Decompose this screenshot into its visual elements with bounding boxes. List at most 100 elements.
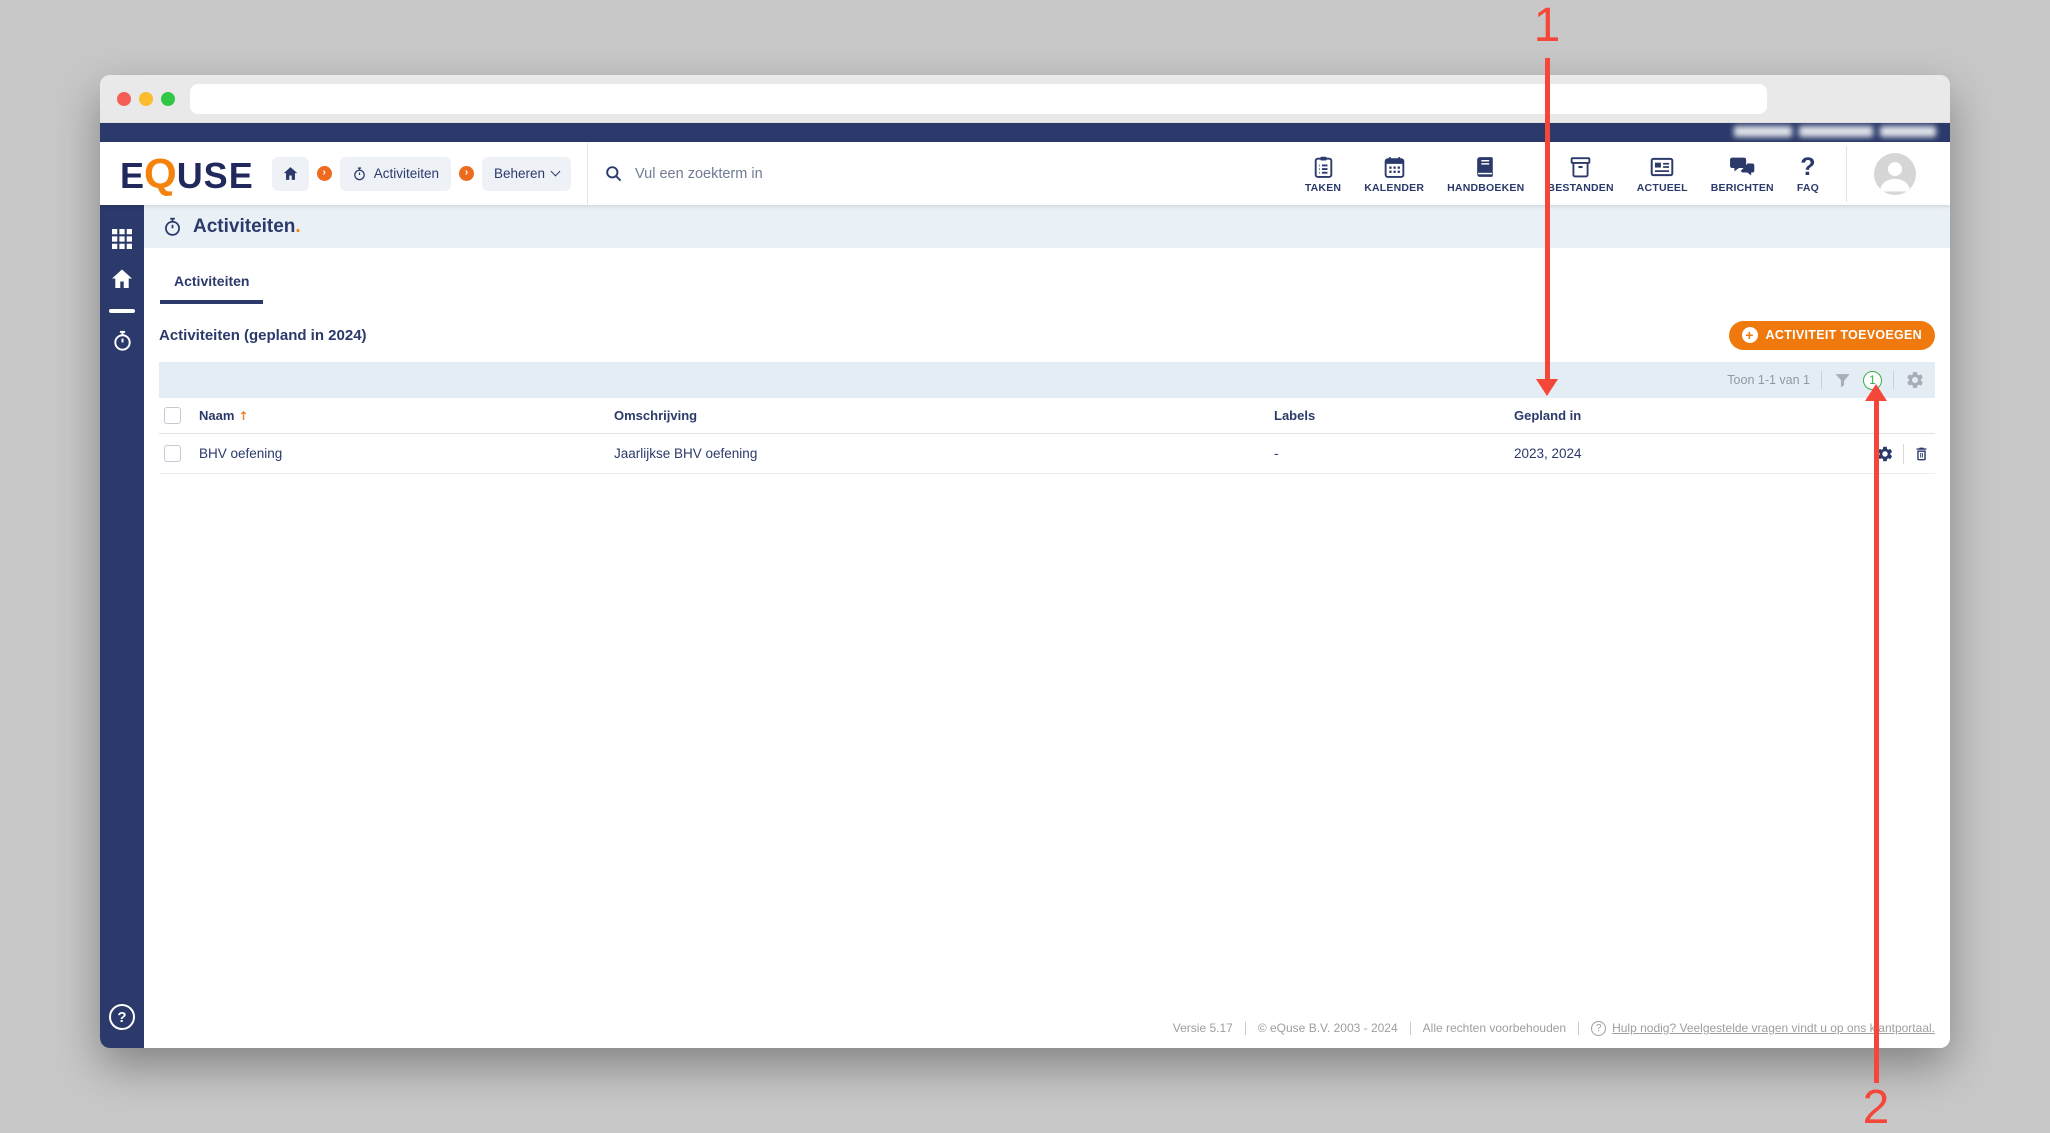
app-body: ? Activiteiten. Activiteiten Activiteite… bbox=[100, 205, 1950, 1048]
breadcrumb: › Activiteiten › Beheren bbox=[271, 156, 572, 191]
nav-item-bestanden[interactable]: BESTANDEN bbox=[1547, 154, 1614, 194]
search-area bbox=[604, 164, 894, 183]
footer-copyright: © eQuse B.V. 2003 - 2024 bbox=[1257, 1021, 1398, 1035]
stopwatch-icon bbox=[165, 217, 180, 236]
column-header-labels[interactable]: Labels bbox=[1274, 408, 1514, 423]
filter-button[interactable] bbox=[1833, 371, 1852, 390]
annotation-arrow-2-head bbox=[1865, 384, 1887, 401]
browser-titlebar bbox=[100, 75, 1950, 123]
nav-item-actueel[interactable]: ACTUEEL bbox=[1637, 154, 1688, 194]
sort-ascending-icon: ↑ bbox=[238, 409, 249, 423]
table-row[interactable]: BHV oefening Jaarlijkse BHV oefening - 2… bbox=[159, 434, 1935, 474]
nav-label: FAQ bbox=[1796, 181, 1819, 194]
footer-rights: Alle rechten voorbehouden bbox=[1422, 1021, 1567, 1035]
logo-letter-q: Q bbox=[144, 149, 178, 197]
annotation-arrow-1-head bbox=[1536, 379, 1558, 396]
maximize-window-icon[interactable] bbox=[161, 92, 175, 106]
nav-item-kalender[interactable]: KALENDER bbox=[1364, 154, 1424, 194]
chat-bubbles-icon bbox=[1729, 157, 1756, 178]
page-title-bar: Activiteiten. bbox=[144, 205, 1950, 248]
gear-icon bbox=[1907, 372, 1923, 388]
calendar-icon bbox=[1384, 156, 1404, 178]
redacted-user-info bbox=[1734, 126, 1936, 137]
nav-label: BERICHTEN bbox=[1710, 181, 1774, 194]
help-circle-icon: ? bbox=[1591, 1020, 1607, 1036]
sidebar-item-apps[interactable] bbox=[100, 221, 144, 257]
screenshot-stage: E Q USE › Activiteiten › Beheren Vul een… bbox=[0, 0, 2050, 1133]
sidebar-help-button[interactable]: ? bbox=[109, 1004, 135, 1030]
person-icon bbox=[1880, 161, 1910, 191]
close-window-icon[interactable] bbox=[117, 92, 131, 106]
clipboard-icon bbox=[1314, 156, 1332, 178]
select-all-checkbox[interactable] bbox=[164, 407, 181, 424]
home-icon bbox=[112, 269, 132, 288]
add-activity-button[interactable]: + ACTIVITEIT TOEVOEGEN bbox=[1728, 320, 1935, 350]
newspaper-icon bbox=[1650, 157, 1674, 176]
row-delete-button[interactable] bbox=[1913, 445, 1930, 463]
nav-divider bbox=[1846, 145, 1847, 202]
footer-help-link[interactable]: Hulp nodig? Veelgestelde vragen vindt u … bbox=[1612, 1021, 1935, 1035]
chevron-right-icon: › bbox=[316, 166, 332, 181]
table-header-row: Naam ↑ Omschrijving Labels Gepland in bbox=[159, 398, 1935, 434]
logo-letters: USE bbox=[176, 154, 254, 196]
footer-divider bbox=[1409, 1021, 1411, 1035]
nav-item-handboeken[interactable]: HANDBOEKEN bbox=[1447, 154, 1524, 194]
sidebar-item-activiteiten[interactable] bbox=[100, 323, 144, 359]
logo-letter: E bbox=[120, 154, 146, 196]
app-header: E Q USE › Activiteiten › Beheren Vul een… bbox=[100, 142, 1950, 205]
cell-naam: BHV oefening bbox=[199, 446, 283, 461]
actions-divider bbox=[1903, 443, 1904, 464]
book-icon bbox=[1477, 156, 1494, 177]
equse-logo[interactable]: E Q USE bbox=[120, 149, 254, 197]
nav-label: BESTANDEN bbox=[1547, 181, 1614, 194]
cell-labels: - bbox=[1274, 446, 1279, 461]
column-header-omschrijving[interactable]: Omschrijving bbox=[614, 408, 1274, 423]
section-header: Activiteiten (gepland in 2024) + ACTIVIT… bbox=[159, 320, 1935, 350]
breadcrumb-home[interactable] bbox=[271, 156, 309, 191]
nav-item-berichten[interactable]: BERICHTEN bbox=[1711, 154, 1774, 194]
page-title: Activiteiten. bbox=[193, 215, 301, 237]
toolbar-divider bbox=[1893, 371, 1894, 389]
row-actions bbox=[1876, 443, 1935, 464]
search-input[interactable] bbox=[633, 164, 894, 183]
tab-activiteiten[interactable]: Activiteiten bbox=[160, 273, 264, 304]
footer-version: Versie 5.17 bbox=[1172, 1021, 1233, 1035]
trash-icon bbox=[1916, 447, 1927, 460]
content-area: Activiteiten (gepland in 2024) + ACTIVIT… bbox=[144, 304, 1950, 1014]
nav-item-taken[interactable]: TAKEN bbox=[1305, 154, 1341, 194]
footer-divider bbox=[1578, 1021, 1580, 1035]
sidebar-active-indicator bbox=[109, 309, 135, 313]
footer-divider bbox=[1244, 1021, 1246, 1035]
nav-item-faq[interactable]: ? FAQ bbox=[1797, 154, 1819, 194]
table-toolbar: Toon 1-1 van 1 1 bbox=[159, 362, 1935, 398]
traffic-lights bbox=[117, 92, 175, 106]
address-bar[interactable] bbox=[190, 84, 1767, 114]
column-header-naam[interactable]: Naam ↑ bbox=[199, 408, 614, 423]
header-divider bbox=[587, 142, 589, 205]
nav-label: ACTUEEL bbox=[1636, 181, 1688, 194]
archive-box-icon bbox=[1570, 156, 1591, 177]
cell-omschrijving: Jaarlijkse BHV oefening bbox=[614, 446, 758, 461]
minimize-window-icon[interactable] bbox=[139, 92, 153, 106]
row-checkbox[interactable] bbox=[164, 445, 181, 462]
user-avatar[interactable] bbox=[1874, 152, 1916, 195]
footer: Versie 5.17 © eQuse B.V. 2003 - 2024 All… bbox=[144, 1014, 1950, 1048]
annotation-arrow-1-line bbox=[1545, 58, 1550, 379]
browser-window: E Q USE › Activiteiten › Beheren Vul een… bbox=[100, 75, 1950, 1048]
nav-label: KALENDER bbox=[1364, 181, 1425, 194]
nav-label: TAKEN bbox=[1304, 181, 1342, 194]
main-area: Activiteiten. Activiteiten Activiteiten … bbox=[144, 205, 1950, 1048]
annotation-label-1: 1 bbox=[1533, 0, 1561, 52]
pagination-summary: Toon 1-1 van 1 bbox=[1727, 373, 1810, 387]
breadcrumb-activiteiten[interactable]: Activiteiten bbox=[339, 156, 451, 191]
sidebar-item-home[interactable] bbox=[100, 261, 144, 297]
account-strip bbox=[100, 123, 1950, 142]
table-settings-button[interactable] bbox=[1905, 370, 1925, 390]
nav-label: HANDBOEKEN bbox=[1447, 181, 1525, 194]
breadcrumb-beheren-dropdown[interactable]: Beheren bbox=[482, 156, 572, 191]
question-mark-icon: ? bbox=[1800, 152, 1816, 181]
column-header-gepland-in[interactable]: Gepland in bbox=[1514, 408, 1854, 423]
chevron-right-icon: › bbox=[459, 166, 474, 181]
toolbar-divider bbox=[1821, 371, 1822, 389]
section-title: Activiteiten (gepland in 2024) bbox=[159, 326, 367, 344]
